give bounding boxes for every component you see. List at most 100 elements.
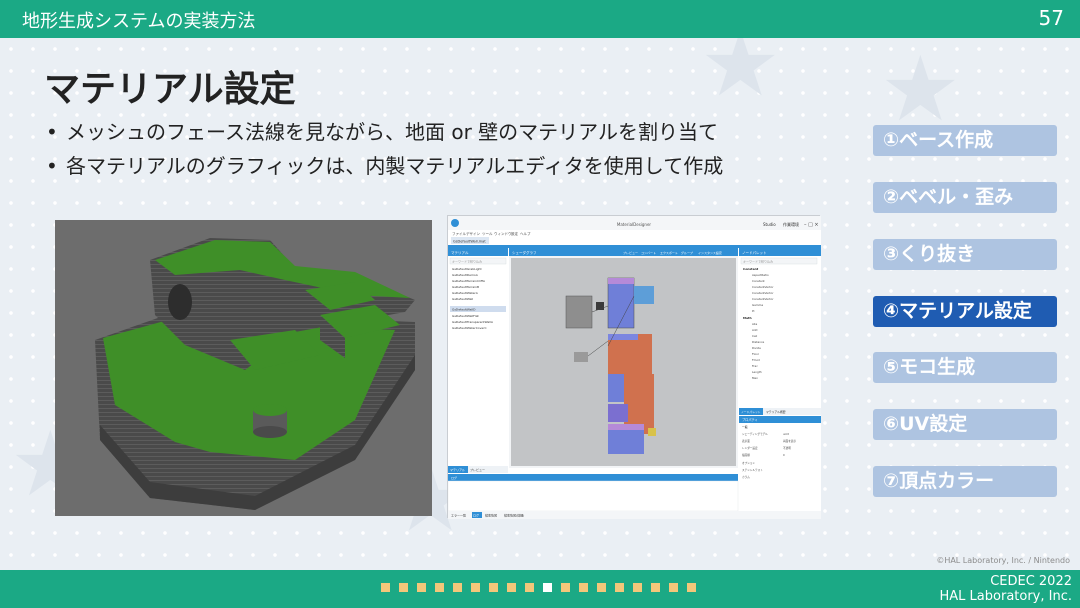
property-key: 表示面 <box>742 439 750 443</box>
step-button-base[interactable]: ①ベース作成 <box>873 125 1057 156</box>
property-panel-title: プロパティ <box>742 417 758 422</box>
node-item: ConstantVector <box>752 291 774 295</box>
property-key: 描画順 <box>742 453 750 457</box>
node-item: Constant <box>752 279 765 283</box>
material-item: GsDefaultTerrainB <box>452 285 479 289</box>
status-tab: エラー一覧 <box>451 513 466 518</box>
left-tab: マテリアル <box>450 467 465 472</box>
bullet-item: 各マテリアルのグラフィックは、内製マテリアルエディタを使用して作成 <box>44 152 723 186</box>
progress-square <box>561 583 570 592</box>
graph-toolbar-item: プレビュー <box>623 250 638 255</box>
property-value: 不透明 <box>783 446 791 450</box>
progress-square <box>381 583 390 592</box>
material-item: GsDefaultWaterA <box>452 291 479 295</box>
node-item: Add <box>752 328 758 332</box>
editor-title-control: 作業環境 <box>783 221 799 227</box>
step-button-uv[interactable]: ⑥UV設定 <box>873 409 1057 440</box>
slide-title: マテリアル設定 <box>44 69 296 110</box>
node-item: Divide <box>752 346 761 350</box>
progress-square <box>489 583 498 592</box>
property-section: オプション <box>742 461 755 465</box>
footer-credits: CEDEC 2022 HAL Laboratory, Inc. <box>940 574 1072 604</box>
materials-filter: キーワードで絞り込み <box>452 259 482 264</box>
graph-title: シェーダグラフ <box>512 250 537 255</box>
terrain-image <box>55 220 432 516</box>
company-name: HAL Laboratory, Inc. <box>939 589 1072 604</box>
material-item: GsDefaultWallFlat <box>452 314 480 318</box>
node-item: Length <box>752 370 762 374</box>
footer-bar <box>0 570 1080 608</box>
graph-toolbar-item: コンバート <box>641 251 656 255</box>
progress-square <box>687 583 696 592</box>
editor-file-tab: GsDefaultWall.mat <box>453 240 486 244</box>
right-tab: マテリアル概要 <box>766 410 786 414</box>
node-item: Pi <box>752 309 755 313</box>
bullet-list: メッシュのフェース法線を見ながら、地面 or 壁のマテリアルを割り当て 各マテリ… <box>44 118 723 186</box>
progress-square <box>435 583 444 592</box>
step-button-moko[interactable]: ⑤モコ生成 <box>873 352 1057 383</box>
node-item: Gamma <box>752 303 763 307</box>
property-value: 両面を表示 <box>783 439 796 443</box>
progress-square <box>597 583 606 592</box>
property-key: レンダー設定 <box>742 446 758 450</box>
material-item: GsDefaultTransparentWallA <box>452 320 494 324</box>
left-tab: プレビュー <box>470 467 485 472</box>
editor-menu-item: 設定 <box>511 231 519 236</box>
progress-square <box>453 583 462 592</box>
material-editor-image: MaterialDesigner Studio 作業環境 – □ × ファイル … <box>447 216 821 519</box>
event-name: CEDEC 2022 <box>990 574 1072 589</box>
editor-window-title: MaterialDesigner <box>617 222 652 227</box>
property-key: シェーディングモデル <box>742 432 768 436</box>
bullet-item: メッシュのフェース法線を見ながら、地面 or 壁のマテリアルを割り当て <box>44 118 723 152</box>
material-editor-window: MaterialDesigner Studio 作業環境 – □ × ファイル … <box>447 215 821 519</box>
property-value: unlit <box>783 432 789 436</box>
node-group: Constant <box>743 267 759 271</box>
progress-square <box>417 583 426 592</box>
node-item: Floor <box>752 352 760 356</box>
deck-title: 地形生成システムの実装方法 <box>22 11 256 32</box>
progress-square <box>507 583 516 592</box>
material-item: GsDefaultWall <box>452 297 473 301</box>
materials-panel-title: マテリアル <box>451 250 469 255</box>
node-item: Distance <box>752 340 765 344</box>
node-item: Fmod <box>752 358 760 362</box>
material-item: GsDefaultWaterCoverC <box>452 326 487 330</box>
step-button-vertex-color[interactable]: ⑦頂点カラー <box>873 466 1057 497</box>
material-item: GsDefaultTerrainCliffA <box>452 279 486 283</box>
progress-square <box>633 583 642 592</box>
node-item: Max <box>752 376 758 380</box>
node-item: Ceil <box>752 334 757 338</box>
progress-square <box>651 583 660 592</box>
editor-menu-item: ヘルプ <box>520 231 531 236</box>
step-button-material[interactable]: ④マテリアル設定 <box>873 296 1057 327</box>
editor-menu-item: デザイン <box>466 231 480 236</box>
step-button-bevel[interactable]: ②ベベル・歪み <box>873 182 1057 213</box>
material-item: GsDefaultGrabLight <box>452 267 482 271</box>
editor-menu-item: ウィンドウ <box>494 231 512 236</box>
graph-toolbar-item: エクスポート <box>660 250 678 255</box>
status-tab: 検索情報(詳細) <box>504 513 524 518</box>
property-group: 一般 <box>742 425 748 429</box>
node-item: ConstantVector <box>752 285 774 289</box>
copyright-notice: ©HAL Laboratory, Inc. / Nintendo <box>936 556 1070 565</box>
window-controls-icon: – □ × <box>804 222 819 228</box>
terrain-render <box>55 220 432 516</box>
progress-square <box>543 583 552 592</box>
editor-menu-item: ファイル <box>452 231 466 236</box>
graph-toolbar-item: グループ <box>681 250 693 255</box>
progress-square <box>399 583 408 592</box>
step-button-carve[interactable]: ③くり抜き <box>873 239 1057 270</box>
property-section: ステンシルテスト <box>742 468 763 472</box>
property-section: カラム <box>742 475 750 479</box>
material-item: GsDefaultDemoA <box>452 273 479 277</box>
header-bar: 地形生成システムの実装方法 57 <box>0 0 1080 38</box>
material-item: GsDefaultWallD <box>452 308 476 312</box>
progress-square <box>471 583 480 592</box>
log-panel-title: ログ <box>451 475 457 480</box>
progress-square <box>579 583 588 592</box>
status-tab: ログ <box>473 513 479 518</box>
node-palette-title: ノードパレット <box>742 250 767 255</box>
page-number: 57 <box>1038 6 1064 30</box>
node-item: Frac <box>752 364 758 368</box>
right-tab: ノードパレット <box>741 410 761 414</box>
